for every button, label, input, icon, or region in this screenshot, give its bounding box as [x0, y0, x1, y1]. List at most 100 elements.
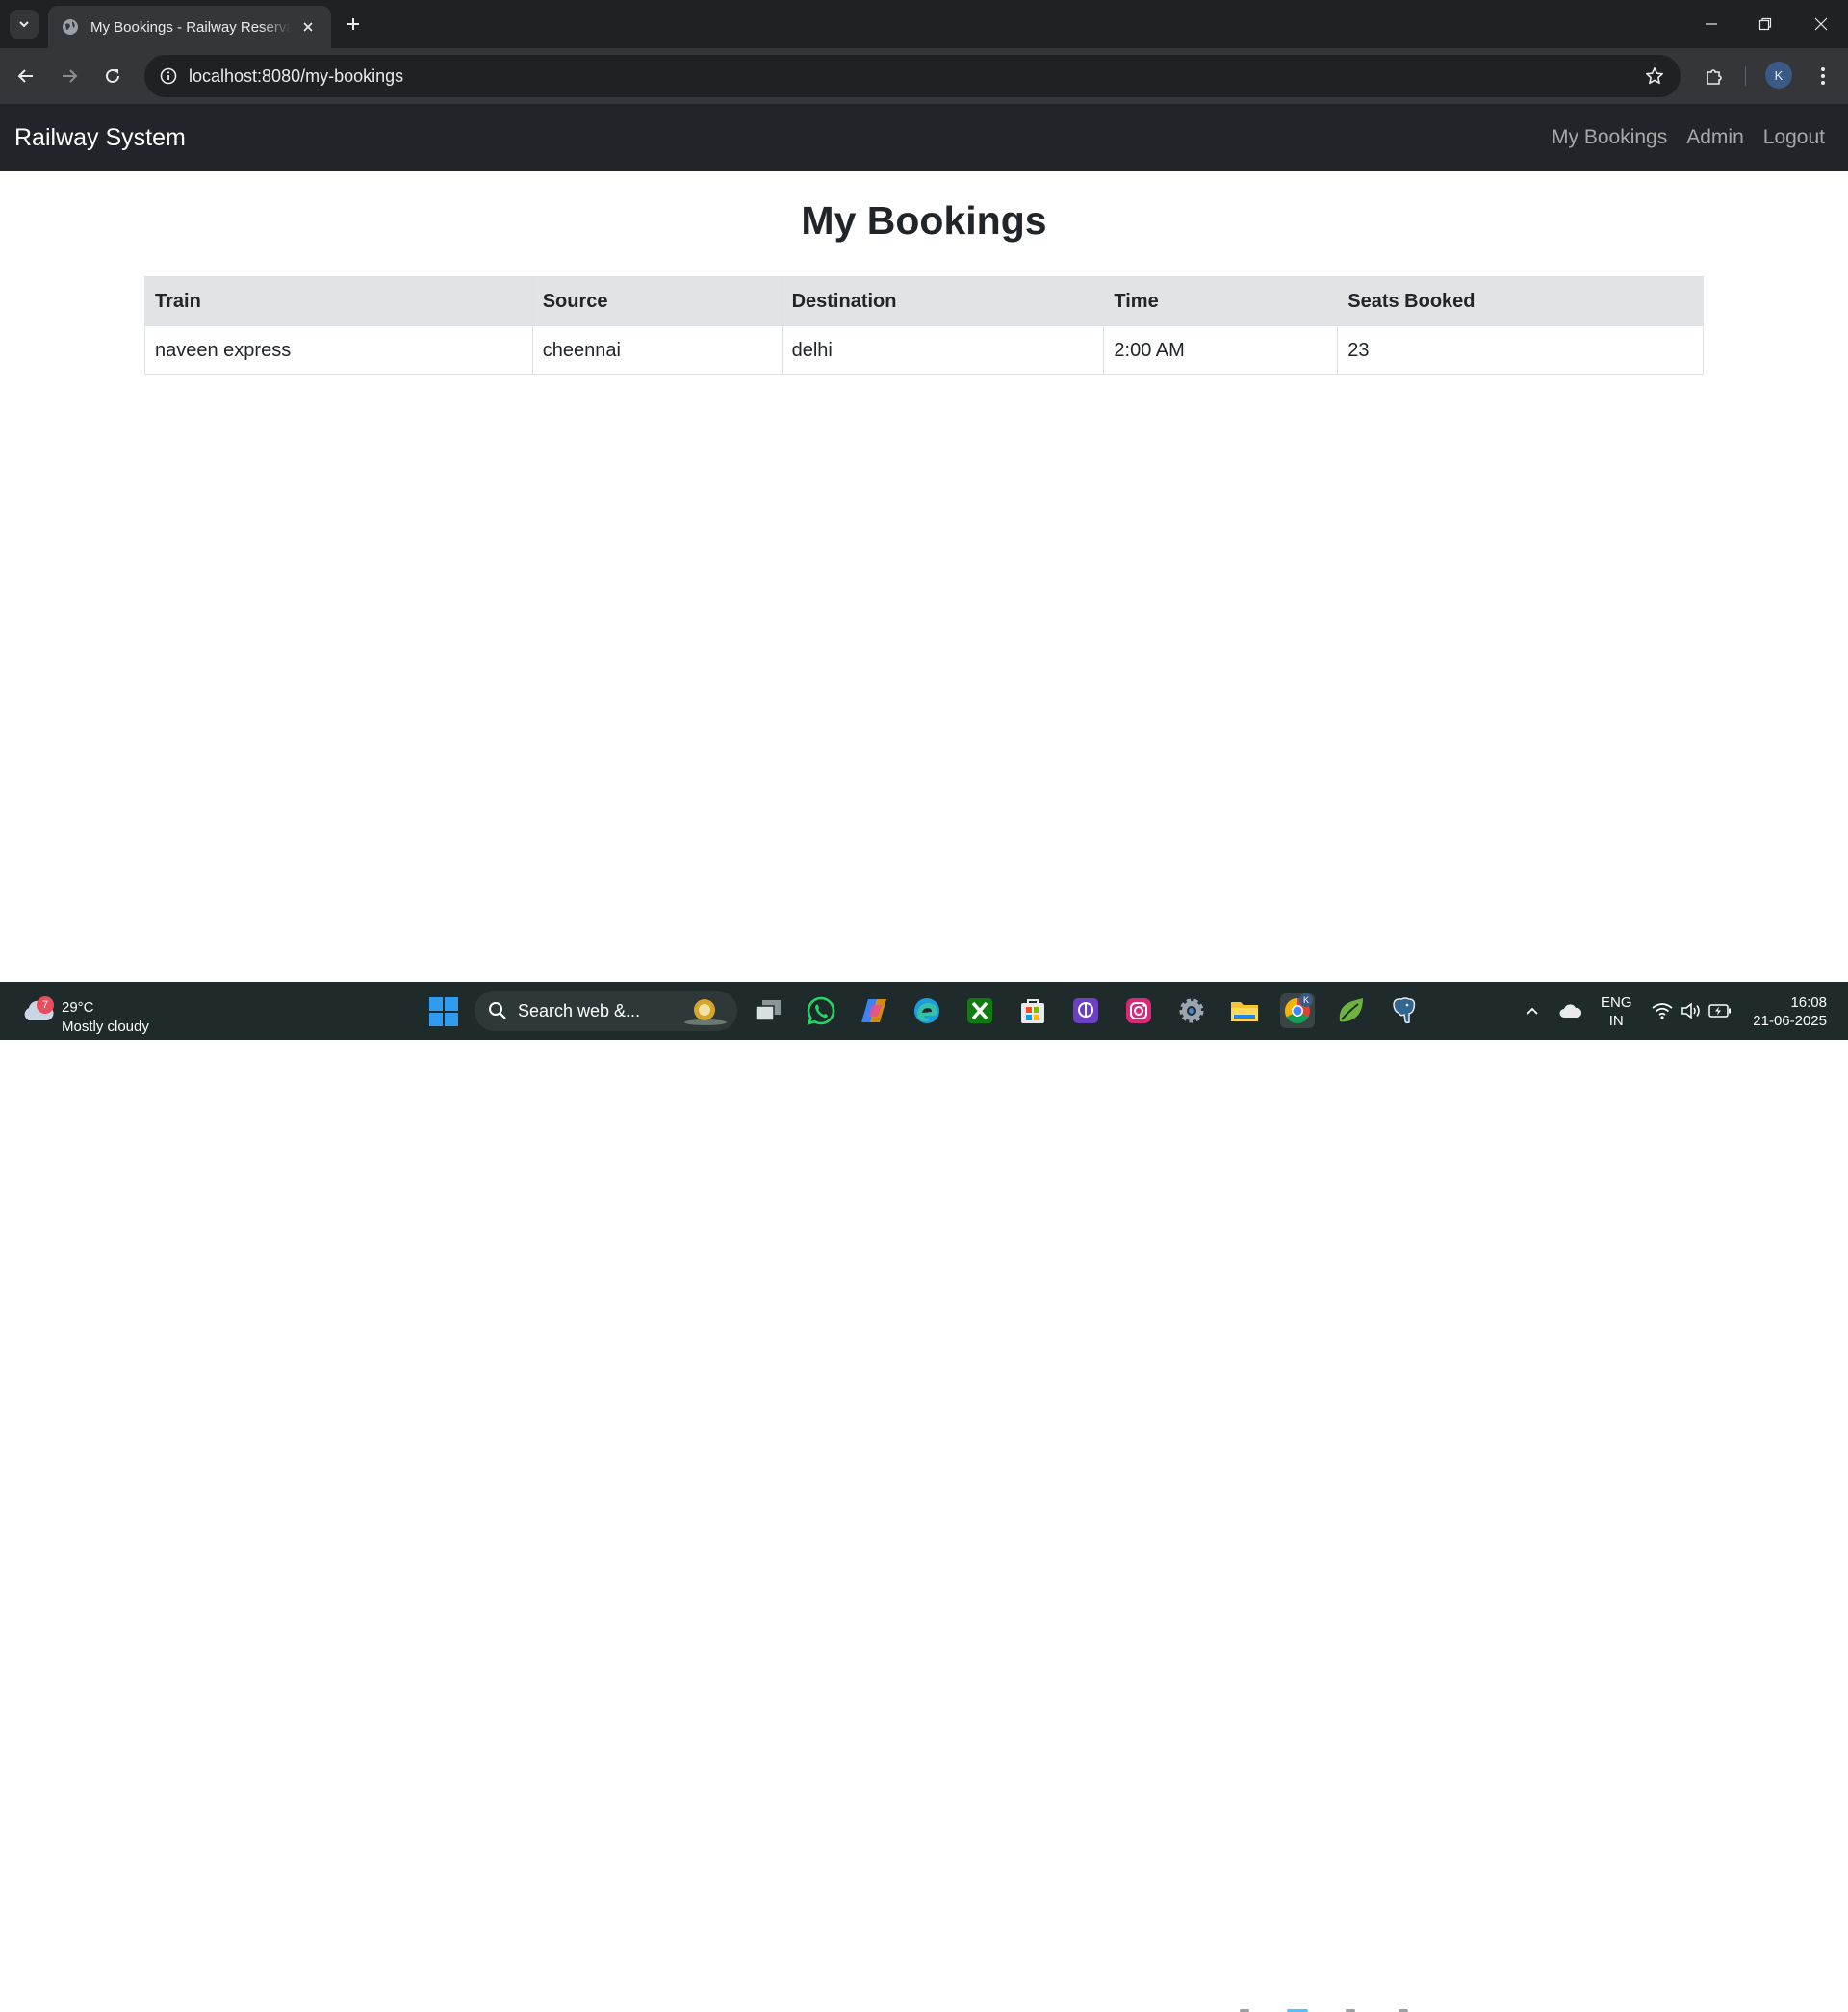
weather-condition: Mostly cloudy [62, 1019, 149, 1035]
restore-icon [1758, 17, 1772, 31]
cell-train: naveen express [144, 325, 533, 375]
microsoft-store-taskbar-icon[interactable] [1015, 993, 1050, 1028]
file-explorer-taskbar-icon[interactable] [1227, 993, 1262, 1028]
page-title: My Bookings [801, 198, 1047, 243]
spring-tool-taskbar-icon[interactable] [1333, 993, 1368, 1028]
store-icon [1021, 999, 1044, 1023]
toolbar-divider [1745, 66, 1746, 86]
cell-time: 2:00 AM [1103, 325, 1339, 375]
browser-menu-button[interactable] [1807, 60, 1839, 92]
nav-link-logout[interactable]: Logout [1763, 126, 1825, 149]
url-text[interactable]: localhost:8080/my-bookings [189, 55, 403, 97]
xbox-taskbar-icon[interactable] [962, 993, 997, 1028]
column-header-seats-booked: Seats Booked [1337, 276, 1704, 326]
region-code: IN [1608, 1013, 1624, 1029]
extensions-button[interactable] [1698, 60, 1731, 92]
folder-icon [1231, 1002, 1258, 1021]
restore-button[interactable] [1738, 0, 1792, 48]
taskbar-clock[interactable]: 16:08 21-06-2025 [1744, 993, 1827, 1030]
taskbar: 7 29°C Mostly cloudy Search web &... K E… [0, 982, 1848, 2012]
reload-button[interactable] [96, 60, 129, 92]
browser-tab-active[interactable]: My Bookings - Railway Reservation [48, 6, 331, 48]
phone-link-taskbar-icon[interactable] [1068, 993, 1103, 1028]
clock-time: 16:08 [1790, 994, 1827, 1011]
speaker-icon [1681, 1002, 1700, 1019]
chevron-down-icon [19, 21, 29, 28]
search-icon [489, 1002, 506, 1019]
edge-taskbar-icon[interactable] [910, 993, 944, 1028]
address-bar[interactable]: localhost:8080/my-bookings [144, 55, 1681, 97]
browser-toolbar: localhost:8080/my-bookings K [0, 48, 1848, 104]
instagram-taskbar-icon[interactable] [1121, 993, 1156, 1028]
cell-seats-booked: 23 [1337, 325, 1704, 375]
chevron-up-icon [1527, 1007, 1538, 1015]
table-header-row: Train Source Destination Time Seats Book… [144, 276, 1704, 326]
table-row: naveen express cheennai delhi 2:00 AM 23 [144, 325, 1704, 375]
column-header-destination: Destination [781, 276, 1105, 326]
instagram-icon [1126, 998, 1151, 1023]
tab-close-button[interactable] [298, 17, 318, 37]
show-hidden-icons-button[interactable] [1521, 999, 1544, 1022]
tab-title: My Bookings - Railway Reservation [90, 18, 291, 36]
bookmark-button[interactable] [1640, 62, 1669, 90]
search-highlight-icon [684, 999, 727, 1025]
app-navbar: Railway System My Bookings Admin Logout [0, 104, 1848, 171]
new-tab-button[interactable] [339, 10, 368, 39]
star-icon [1646, 67, 1663, 85]
close-icon [1814, 17, 1828, 31]
edge-icon [914, 998, 939, 1023]
wifi-tray-icon[interactable] [1651, 999, 1674, 1022]
kebab-menu-icon [1821, 67, 1825, 85]
arrow-right-icon [63, 69, 78, 83]
cloud-icon [1559, 1004, 1582, 1018]
battery-tray-icon[interactable] [1708, 999, 1732, 1022]
profile-avatar[interactable]: K [1765, 62, 1792, 89]
clock-date: 21-06-2025 [1753, 1013, 1827, 1029]
weather-badge: 7 [37, 996, 54, 1014]
reload-icon [106, 68, 119, 83]
globe-icon [63, 19, 78, 35]
info-icon [160, 67, 177, 85]
postgresql-taskbar-icon[interactable] [1386, 993, 1421, 1028]
nav-link-my-bookings[interactable]: My Bookings [1552, 126, 1667, 149]
input-language-indicator[interactable]: ENG IN [1601, 993, 1632, 1030]
windows-logo-pane [445, 997, 458, 1011]
column-header-time: Time [1103, 276, 1339, 326]
start-button[interactable] [429, 997, 458, 1026]
close-window-button[interactable] [1794, 0, 1848, 48]
close-icon [303, 22, 313, 32]
forward-button[interactable] [53, 60, 86, 92]
task-view-button[interactable] [751, 993, 785, 1028]
spring-leaf-icon [1339, 998, 1363, 1022]
taskbar-search[interactable]: Search web &... [475, 991, 737, 1031]
column-header-train: Train [144, 276, 533, 326]
bookings-table: Train Source Destination Time Seats Book… [144, 276, 1704, 375]
xbox-icon [967, 998, 992, 1023]
site-info-button[interactable] [154, 62, 183, 90]
navbar-links: My Bookings Admin Logout [1532, 104, 1825, 171]
browser-titlebar: My Bookings - Railway Reservation [0, 0, 1848, 48]
back-button[interactable] [10, 60, 42, 92]
minimize-icon [1706, 23, 1717, 25]
navbar-brand[interactable]: Railway System [14, 104, 186, 171]
arrow-left-icon [17, 69, 33, 83]
puzzle-icon [1707, 69, 1722, 85]
gear-icon [1179, 998, 1204, 1023]
settings-taskbar-icon[interactable] [1174, 993, 1209, 1028]
volume-tray-icon[interactable] [1680, 999, 1703, 1022]
cell-destination: delhi [781, 325, 1105, 375]
whatsapp-icon [807, 996, 835, 1025]
onedrive-tray-icon[interactable] [1559, 999, 1582, 1022]
weather-widget[interactable]: 7 29°C Mostly cloudy [17, 990, 171, 1035]
wifi-icon [1652, 1003, 1673, 1019]
copilot-icon [861, 999, 886, 1022]
battery-charging-icon [1708, 1004, 1731, 1018]
minimize-button[interactable] [1684, 0, 1738, 48]
tab-search-button[interactable] [10, 10, 38, 39]
copilot-taskbar-icon[interactable] [857, 993, 891, 1028]
postgresql-elephant-icon [1393, 997, 1416, 1024]
language-code: ENG [1601, 994, 1632, 1011]
weather-temperature: 29°C [62, 999, 94, 1016]
nav-link-admin[interactable]: Admin [1686, 126, 1744, 149]
whatsapp-taskbar-icon[interactable] [804, 993, 838, 1028]
